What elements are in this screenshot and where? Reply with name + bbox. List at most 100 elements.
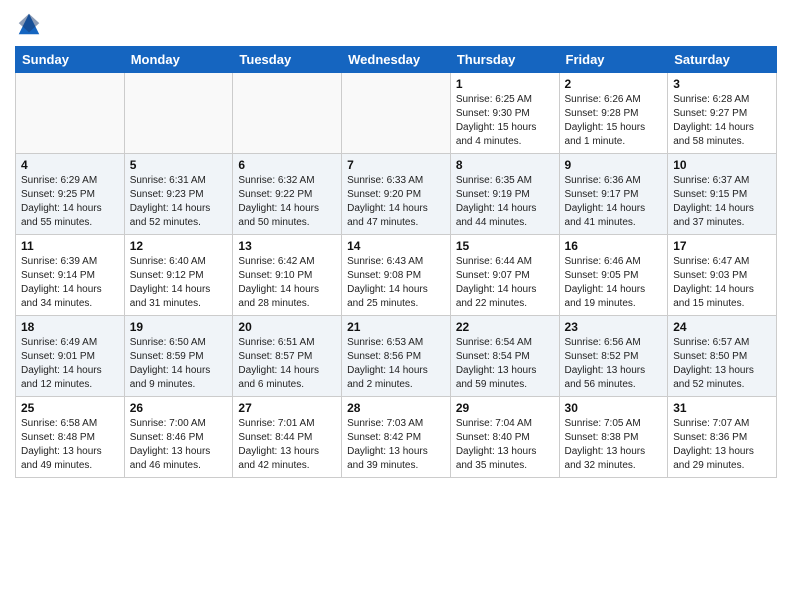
day-number: 17 <box>673 239 771 253</box>
day-number: 1 <box>456 77 554 91</box>
day-number: 28 <box>347 401 445 415</box>
cell-info: Sunrise: 6:47 AM Sunset: 9:03 PM Dayligh… <box>673 255 771 311</box>
calendar-cell: 19Sunrise: 6:50 AM Sunset: 8:59 PM Dayli… <box>124 316 233 397</box>
cell-info: Sunrise: 6:31 AM Sunset: 9:23 PM Dayligh… <box>130 174 228 230</box>
cell-info: Sunrise: 6:54 AM Sunset: 8:54 PM Dayligh… <box>456 336 554 392</box>
day-number: 21 <box>347 320 445 334</box>
calendar-cell: 9Sunrise: 6:36 AM Sunset: 9:17 PM Daylig… <box>559 154 668 235</box>
day-number: 24 <box>673 320 771 334</box>
calendar-cell: 28 Sunrise: 7:03 AM Sunset: 8:42 PM Dayli… <box>342 397 451 478</box>
cell-info: Sunrise: 6:26 AM Sunset: 9:28 PM Dayligh… <box>565 93 663 149</box>
calendar-cell: 14 Sunrise: 6:43 AM Sunset: 9:08 PM Dayli… <box>342 235 451 316</box>
cell-info: Sunrise: 6:49 AM Sunset: 9:01 PM Dayligh… <box>21 336 119 392</box>
day-number: 7 <box>347 158 445 172</box>
cell-info: Sunrise: 7:07 AM Sunset: 8:36 PM Dayligh… <box>673 417 771 473</box>
calendar-cell: 27 Sunrise: 7:01 AM Sunset: 8:44 PM Dayli… <box>233 397 342 478</box>
day-number: 20 <box>238 320 336 334</box>
day-header-friday: Friday <box>559 47 668 73</box>
days-header-row: SundayMondayTuesdayWednesdayThursdayFrid… <box>16 47 777 73</box>
day-number: 4 <box>21 158 119 172</box>
calendar-cell: 4 Sunrise: 6:29 AM Sunset: 9:25 PM Daylig… <box>16 154 125 235</box>
day-header-tuesday: Tuesday <box>233 47 342 73</box>
calendar-cell: 23 Sunrise: 6:56 AM Sunset: 8:52 PM Dayli… <box>559 316 668 397</box>
logo-icon <box>15 10 43 38</box>
cell-info: Sunrise: 6:33 AM Sunset: 9:20 PM Dayligh… <box>347 174 445 230</box>
calendar-cell <box>124 73 233 154</box>
day-number: 14 <box>347 239 445 253</box>
week-row-3: 11 Sunrise: 6:39 AM Sunset: 9:14 PM Dayli… <box>16 235 777 316</box>
day-number: 8 <box>456 158 554 172</box>
day-number: 23 <box>565 320 663 334</box>
cell-info: Sunrise: 6:56 AM Sunset: 8:52 PM Dayligh… <box>565 336 663 392</box>
cell-info: Sunrise: 6:43 AM Sunset: 9:08 PM Dayligh… <box>347 255 445 311</box>
logo <box>15 10 47 38</box>
calendar-cell: 8 Sunrise: 6:35 AM Sunset: 9:19 PM Daylig… <box>450 154 559 235</box>
calendar-cell: 1 Sunrise: 6:25 AM Sunset: 9:30 PM Daylig… <box>450 73 559 154</box>
cell-info: Sunrise: 6:25 AM Sunset: 9:30 PM Dayligh… <box>456 93 554 149</box>
day-number: 2 <box>565 77 663 91</box>
day-number: 3 <box>673 77 771 91</box>
day-number: 15 <box>456 239 554 253</box>
page: SundayMondayTuesdayWednesdayThursdayFrid… <box>0 0 792 612</box>
day-header-sunday: Sunday <box>16 47 125 73</box>
week-row-5: 25 Sunrise: 6:58 AM Sunset: 8:48 PM Dayli… <box>16 397 777 478</box>
cell-info: Sunrise: 7:01 AM Sunset: 8:44 PM Dayligh… <box>238 417 336 473</box>
calendar-cell: 3Sunrise: 6:28 AM Sunset: 9:27 PM Daylig… <box>668 73 777 154</box>
calendar-cell: 29Sunrise: 7:04 AM Sunset: 8:40 PM Dayli… <box>450 397 559 478</box>
calendar-cell: 15 Sunrise: 6:44 AM Sunset: 9:07 PM Dayli… <box>450 235 559 316</box>
day-number: 12 <box>130 239 228 253</box>
calendar-cell: 26Sunrise: 7:00 AM Sunset: 8:46 PM Dayli… <box>124 397 233 478</box>
cell-info: Sunrise: 6:46 AM Sunset: 9:05 PM Dayligh… <box>565 255 663 311</box>
day-number: 16 <box>565 239 663 253</box>
calendar-cell: 11 Sunrise: 6:39 AM Sunset: 9:14 PM Dayli… <box>16 235 125 316</box>
cell-info: Sunrise: 6:32 AM Sunset: 9:22 PM Dayligh… <box>238 174 336 230</box>
day-number: 10 <box>673 158 771 172</box>
cell-info: Sunrise: 6:35 AM Sunset: 9:19 PM Dayligh… <box>456 174 554 230</box>
calendar-cell: 25 Sunrise: 6:58 AM Sunset: 8:48 PM Dayli… <box>16 397 125 478</box>
cell-info: Sunrise: 7:04 AM Sunset: 8:40 PM Dayligh… <box>456 417 554 473</box>
week-row-1: 1 Sunrise: 6:25 AM Sunset: 9:30 PM Daylig… <box>16 73 777 154</box>
cell-info: Sunrise: 7:05 AM Sunset: 8:38 PM Dayligh… <box>565 417 663 473</box>
calendar-cell: 2 Sunrise: 6:26 AM Sunset: 9:28 PM Daylig… <box>559 73 668 154</box>
cell-info: Sunrise: 6:57 AM Sunset: 8:50 PM Dayligh… <box>673 336 771 392</box>
calendar-cell <box>342 73 451 154</box>
cell-info: Sunrise: 7:03 AM Sunset: 8:42 PM Dayligh… <box>347 417 445 473</box>
cell-info: Sunrise: 6:51 AM Sunset: 8:57 PM Dayligh… <box>238 336 336 392</box>
day-number: 25 <box>21 401 119 415</box>
calendar-cell <box>16 73 125 154</box>
day-number: 13 <box>238 239 336 253</box>
calendar-cell: 21 Sunrise: 6:53 AM Sunset: 8:56 PM Dayli… <box>342 316 451 397</box>
day-number: 6 <box>238 158 336 172</box>
calendar-cell <box>233 73 342 154</box>
cell-info: Sunrise: 6:58 AM Sunset: 8:48 PM Dayligh… <box>21 417 119 473</box>
day-number: 5 <box>130 158 228 172</box>
cell-info: Sunrise: 6:37 AM Sunset: 9:15 PM Dayligh… <box>673 174 771 230</box>
day-number: 22 <box>456 320 554 334</box>
day-number: 26 <box>130 401 228 415</box>
day-header-wednesday: Wednesday <box>342 47 451 73</box>
calendar-cell: 6 Sunrise: 6:32 AM Sunset: 9:22 PM Daylig… <box>233 154 342 235</box>
calendar-cell: 10 Sunrise: 6:37 AM Sunset: 9:15 PM Dayli… <box>668 154 777 235</box>
calendar-cell: 5 Sunrise: 6:31 AM Sunset: 9:23 PM Daylig… <box>124 154 233 235</box>
cell-info: Sunrise: 6:53 AM Sunset: 8:56 PM Dayligh… <box>347 336 445 392</box>
day-number: 19 <box>130 320 228 334</box>
cell-info: Sunrise: 6:29 AM Sunset: 9:25 PM Dayligh… <box>21 174 119 230</box>
calendar-cell: 16 Sunrise: 6:46 AM Sunset: 9:05 PM Dayli… <box>559 235 668 316</box>
day-header-monday: Monday <box>124 47 233 73</box>
calendar-cell: 22 Sunrise: 6:54 AM Sunset: 8:54 PM Dayli… <box>450 316 559 397</box>
day-header-saturday: Saturday <box>668 47 777 73</box>
cell-info: Sunrise: 6:42 AM Sunset: 9:10 PM Dayligh… <box>238 255 336 311</box>
day-number: 9 <box>565 158 663 172</box>
cell-info: Sunrise: 6:39 AM Sunset: 9:14 PM Dayligh… <box>21 255 119 311</box>
day-number: 27 <box>238 401 336 415</box>
calendar-table: SundayMondayTuesdayWednesdayThursdayFrid… <box>15 46 777 478</box>
calendar-cell: 31Sunrise: 7:07 AM Sunset: 8:36 PM Dayli… <box>668 397 777 478</box>
calendar-cell: 17 Sunrise: 6:47 AM Sunset: 9:03 PM Dayli… <box>668 235 777 316</box>
day-number: 11 <box>21 239 119 253</box>
calendar-cell: 24 Sunrise: 6:57 AM Sunset: 8:50 PM Dayli… <box>668 316 777 397</box>
header <box>15 10 777 38</box>
calendar-cell: 13 Sunrise: 6:42 AM Sunset: 9:10 PM Dayli… <box>233 235 342 316</box>
cell-info: Sunrise: 6:44 AM Sunset: 9:07 PM Dayligh… <box>456 255 554 311</box>
calendar-cell: 30Sunrise: 7:05 AM Sunset: 8:38 PM Dayli… <box>559 397 668 478</box>
calendar-cell: 20 Sunrise: 6:51 AM Sunset: 8:57 PM Dayli… <box>233 316 342 397</box>
